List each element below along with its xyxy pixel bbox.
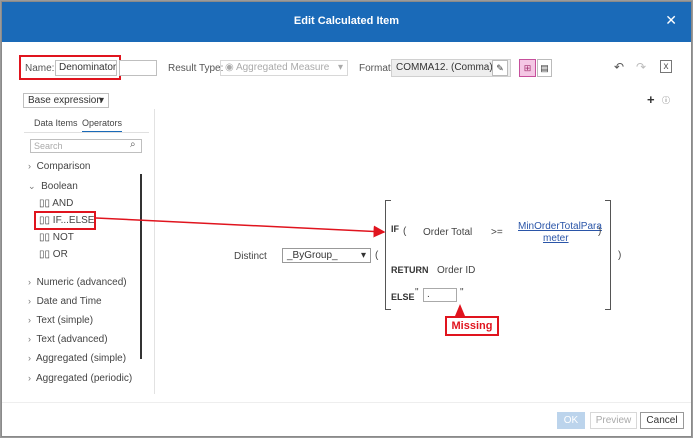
edit-calculated-item-dialog: Edit Calculated Item ✕ Name: Denominator… — [1, 1, 692, 437]
annotation-arrow — [95, 217, 386, 238]
arrow-line — [95, 217, 386, 238]
